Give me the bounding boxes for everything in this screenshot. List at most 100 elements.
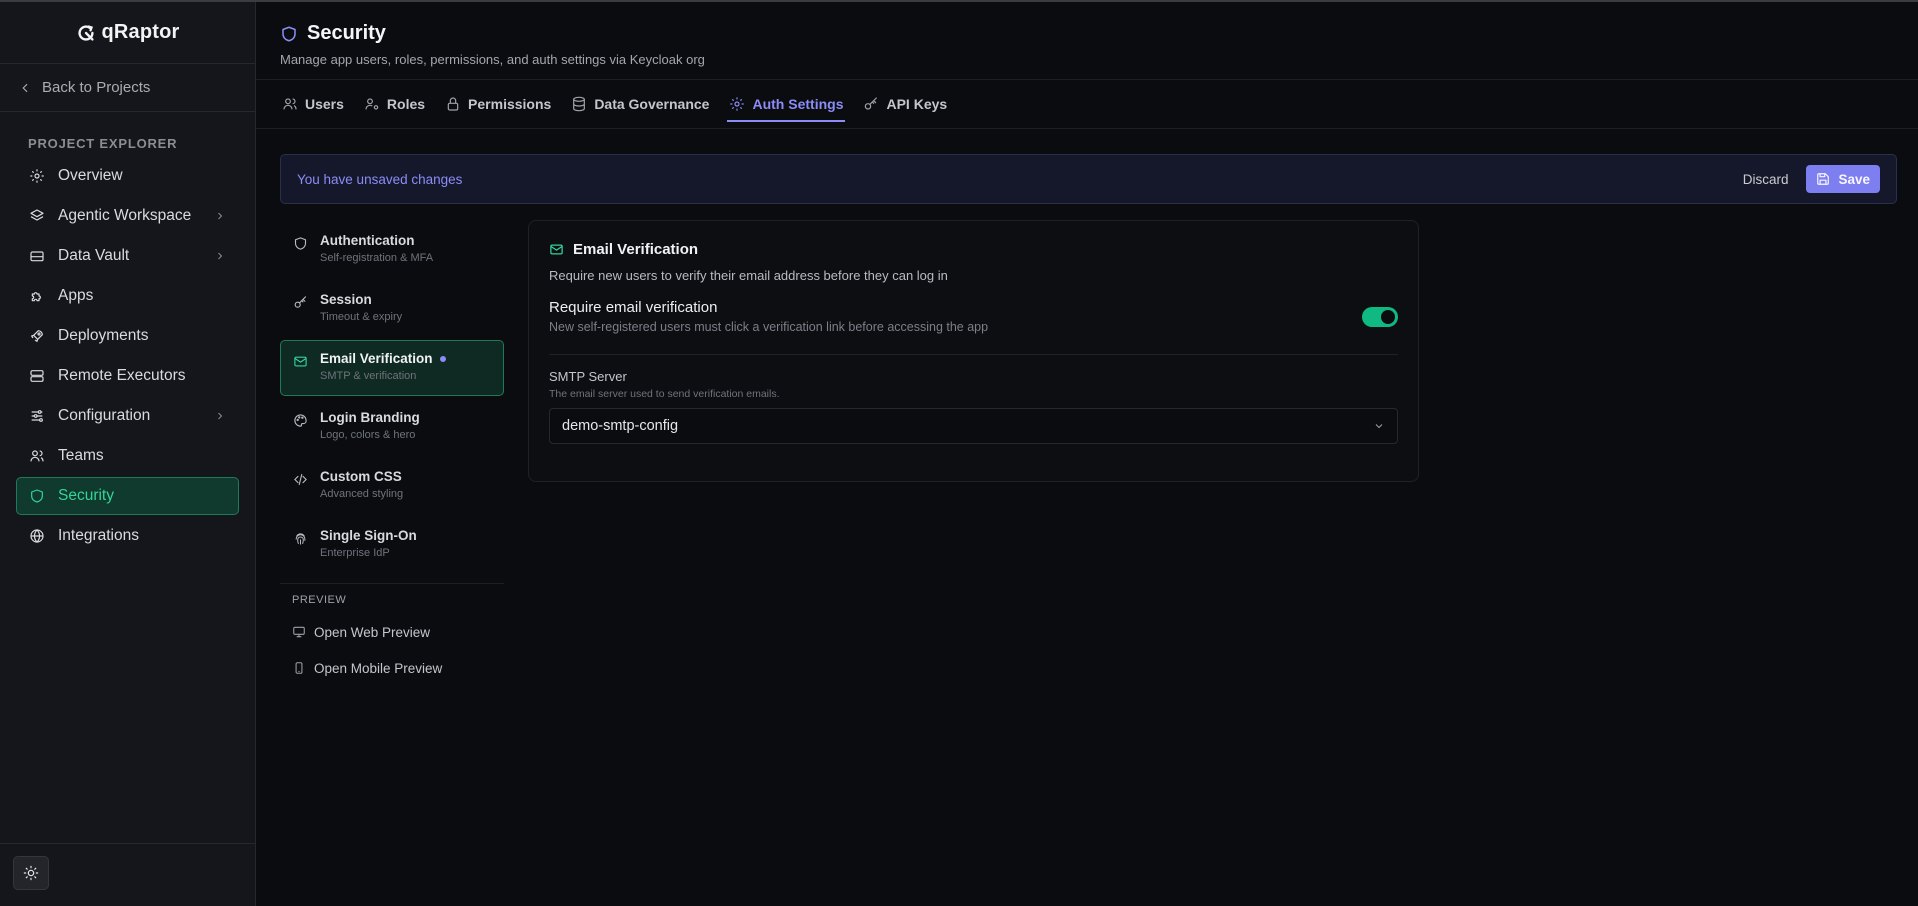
shield-icon <box>282 26 296 41</box>
preview-heading: PREVIEW <box>292 594 347 606</box>
globe-icon <box>30 529 44 543</box>
toggle-help-text: New self-registered users must click a v… <box>549 320 989 334</box>
settings-item-subtitle: Timeout & expiry <box>320 311 403 323</box>
discard-button[interactable]: Discard <box>1743 172 1789 187</box>
tab-data-governance[interactable]: Data Governance <box>569 80 711 128</box>
sidebar-item-data-vault[interactable]: Data Vault <box>16 237 239 275</box>
page-header: Security Manage app users, roles, permis… <box>256 2 1918 80</box>
tab-label: Auth Settings <box>752 96 844 112</box>
sidebar-item-teams[interactable]: Teams <box>16 437 239 475</box>
sidebar-item-label: Security <box>58 487 114 504</box>
main-content: Security Manage app users, roles, permis… <box>256 2 1918 906</box>
sidebar-nav: Overview Agentic Workspace Data Vault Ap… <box>0 157 255 555</box>
sidebar-item-label: Remote Executors <box>58 367 186 384</box>
card-description: Require new users to verify their email … <box>549 268 948 283</box>
fingerprint-icon <box>295 533 306 545</box>
sidebar-item-configuration[interactable]: Configuration <box>16 397 239 435</box>
sidebar-divider <box>0 843 256 844</box>
settings-item-title: Login Branding <box>320 410 420 425</box>
shield-icon <box>31 489 43 503</box>
subnav-divider <box>280 583 504 584</box>
chevron-left-icon <box>22 83 28 92</box>
layers-icon <box>30 209 44 221</box>
unsaved-changes-message: You have unsaved changes <box>297 171 463 187</box>
sidebar-item-apps[interactable]: Apps <box>16 277 239 315</box>
tab-label: Permissions <box>468 96 552 112</box>
sidebar-item-label: Teams <box>58 447 104 464</box>
sidebar-item-agentic-workspace[interactable]: Agentic Workspace <box>16 197 239 235</box>
settings-item-title: Custom CSS <box>320 469 402 484</box>
require-verification-row: Require email verification New self-regi… <box>549 299 1398 355</box>
lock-icon <box>447 97 459 111</box>
database-icon <box>573 96 586 112</box>
sidebar-item-security[interactable]: Security <box>16 477 239 515</box>
smartphone-icon <box>295 662 303 674</box>
tab-label: API Keys <box>886 96 948 112</box>
card-title: Email Verification <box>573 241 699 258</box>
theme-toggle-button[interactable] <box>13 856 49 890</box>
sidebar-item-label: Deployments <box>58 327 149 344</box>
tab-label: Users <box>305 96 344 112</box>
settings-item-authentication[interactable]: Authentication Self-registration & MFA <box>280 222 504 278</box>
tab-label: Data Governance <box>594 96 710 112</box>
tab-users[interactable]: Users <box>280 80 346 128</box>
chevron-right-icon <box>218 212 223 220</box>
toggle-label: Require email verification <box>549 299 718 316</box>
settings-item-login-branding[interactable]: Login Branding Logo, colors & hero <box>280 399 504 455</box>
smtp-server-label: SMTP Server <box>549 369 627 384</box>
tab-api-keys[interactable]: API Keys <box>861 80 949 128</box>
sidebar-item-integrations[interactable]: Integrations <box>16 517 239 555</box>
settings-item-email-verification[interactable]: Email Verification SMTP & verification <box>280 340 504 396</box>
settings-item-subtitle: Logo, colors & hero <box>320 429 416 441</box>
tab-roles[interactable]: Roles <box>362 80 427 128</box>
smtp-server-help: The email server used to send verificati… <box>549 388 780 400</box>
preview-link-label: Open Mobile Preview <box>314 660 443 676</box>
app-logo[interactable]: qRaptor <box>0 2 255 64</box>
toggle-knob <box>1381 309 1395 324</box>
monitor-icon <box>293 626 305 638</box>
users-icon <box>30 450 44 462</box>
settings-item-title: Authentication <box>320 233 415 248</box>
sidebar-item-label: Overview <box>58 167 123 184</box>
smtp-server-select[interactable]: demo-smtp-config <box>549 408 1398 444</box>
back-to-projects-link[interactable]: Back to Projects <box>0 64 255 112</box>
smtp-server-value: demo-smtp-config <box>562 418 679 434</box>
sidebar-item-remote-executors[interactable]: Remote Executors <box>16 357 239 395</box>
server-icon <box>30 370 44 382</box>
sidebar-item-label: Data Vault <box>58 247 130 264</box>
preview-link-label: Open Web Preview <box>314 624 431 640</box>
users-icon <box>283 98 297 110</box>
page-subtitle: Manage app users, roles, permissions, an… <box>280 52 705 67</box>
drive-icon <box>30 251 44 262</box>
project-explorer-heading: PROJECT EXPLORER <box>28 136 178 151</box>
settings-item-single-sign-on[interactable]: Single Sign-On Enterprise IdP <box>280 517 504 573</box>
tab-auth-settings[interactable]: Auth Settings <box>727 80 846 128</box>
chevron-right-icon <box>218 412 223 420</box>
save-icon <box>1817 173 1830 185</box>
settings-item-subtitle: Self-registration & MFA <box>320 252 434 264</box>
save-button[interactable]: Save <box>1806 165 1880 193</box>
tab-permissions[interactable]: Permissions <box>443 80 553 128</box>
user-cog-icon <box>365 98 379 110</box>
sidebar-item-label: Integrations <box>58 527 139 544</box>
gear-icon <box>30 169 44 183</box>
sun-icon <box>23 865 39 881</box>
sidebar-item-deployments[interactable]: Deployments <box>16 317 239 355</box>
sidebar-item-overview[interactable]: Overview <box>16 157 239 195</box>
settings-item-session[interactable]: Session Timeout & expiry <box>280 281 504 337</box>
open-mobile-preview-link[interactable]: Open Mobile Preview <box>280 650 504 686</box>
auth-settings-nav: Authentication Self-registration & MFA S… <box>280 222 504 686</box>
settings-item-title: Session <box>320 292 372 307</box>
sliders-icon <box>31 410 43 422</box>
open-web-preview-link[interactable]: Open Web Preview <box>280 614 504 650</box>
palette-icon <box>294 414 307 427</box>
require-email-verification-toggle[interactable] <box>1362 306 1398 327</box>
settings-item-custom-css[interactable]: Custom CSS Advanced styling <box>280 458 504 514</box>
save-button-label: Save <box>1838 171 1870 187</box>
back-to-projects-label: Back to Projects <box>42 79 151 96</box>
code-icon <box>294 473 307 486</box>
qraptor-logo-icon <box>78 24 95 41</box>
sidebar-item-label: Apps <box>58 287 94 304</box>
email-verification-card: Email Verification Require new users to … <box>528 220 1419 482</box>
chevron-right-icon <box>218 252 223 260</box>
